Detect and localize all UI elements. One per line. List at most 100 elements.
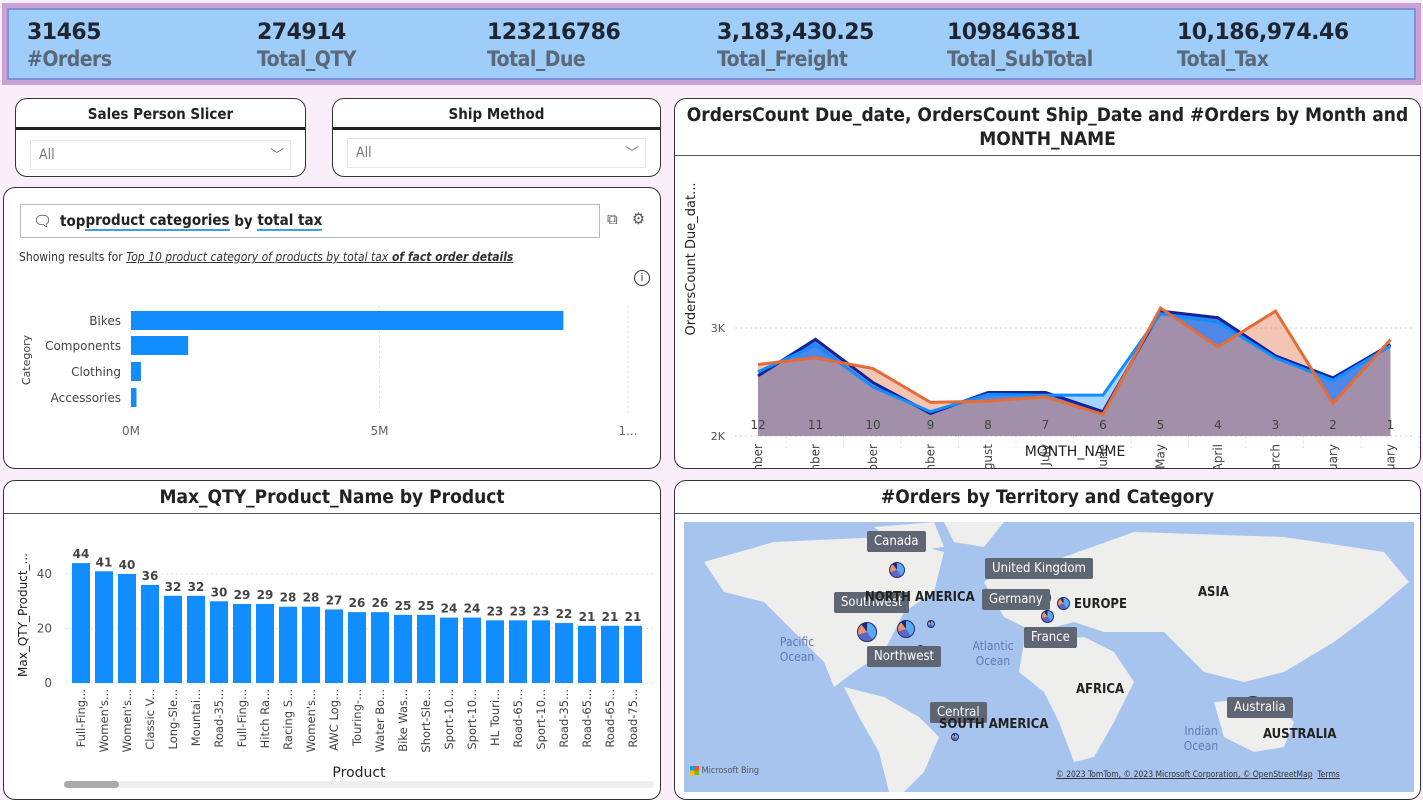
data-label: 32 — [165, 580, 182, 594]
kpi-label: Total_Due — [487, 47, 586, 71]
bar — [141, 584, 159, 683]
category-label: Clothing — [71, 365, 121, 379]
x-tick-label: 5M — [371, 424, 389, 438]
terms-link[interactable]: Terms — [1317, 770, 1339, 780]
product-label: HL Touri... — [488, 689, 502, 746]
kpi-value: 3,183,430.25 — [717, 20, 874, 45]
data-label: 23 — [487, 604, 504, 618]
ship-method-slicer: Ship Method All ﹀ — [332, 98, 661, 177]
month-number-label: 7 — [1042, 418, 1050, 432]
continent-label: AFRICA — [1076, 682, 1125, 697]
month-number-label: 8 — [984, 418, 992, 432]
kpi-label: Total_QTY — [257, 47, 356, 71]
territory-label[interactable]: France — [1024, 627, 1077, 648]
territory-label[interactable]: Australia — [1227, 697, 1293, 718]
territory-label[interactable]: Germany — [982, 589, 1050, 610]
territory-label[interactable]: Northwest — [867, 646, 942, 667]
x-tick-label: 0M — [122, 424, 140, 438]
product-label: Bike Was... — [396, 689, 410, 752]
sales-person-dropdown[interactable]: All ﹀ — [30, 140, 291, 170]
data-label: 25 — [395, 599, 412, 613]
map-canvas[interactable]: Canada United Kingdom Southwest Germany Fran… — [684, 522, 1414, 792]
kpi-label: Total_Tax — [1177, 47, 1269, 71]
chevron-down-icon: ﹀ — [270, 148, 284, 164]
data-label: 28 — [280, 591, 297, 605]
data-label: 26 — [349, 596, 366, 610]
category-pie[interactable] — [889, 562, 905, 578]
product-label: Touring-... — [350, 689, 364, 747]
bar-accessories — [131, 388, 137, 407]
kpi-card: 109846381 Total_SubTotal — [947, 20, 1093, 71]
territory-label[interactable]: United Kingdom — [985, 558, 1093, 579]
x-axis-title: Product — [332, 765, 386, 781]
product-label: Road-65... — [511, 689, 525, 748]
product-label: Full-Fing... — [235, 689, 249, 747]
bar — [348, 612, 366, 683]
bar — [210, 601, 228, 683]
category-pie[interactable] — [1057, 597, 1070, 610]
data-label: 32 — [188, 580, 205, 594]
horizontal-scrollbar[interactable] — [64, 781, 654, 788]
data-label: 40 — [119, 558, 136, 572]
product-label: Hitch Ra... — [258, 689, 272, 748]
product-label: Sport-10... — [442, 689, 456, 750]
category-pie[interactable] — [951, 733, 959, 741]
product-label: AWC Log... — [327, 689, 341, 751]
data-label: 27 — [326, 593, 343, 607]
category-pie[interactable] — [1041, 610, 1054, 623]
product-label: Sport-10... — [465, 689, 479, 750]
territory-label[interactable]: Canada — [867, 531, 926, 552]
attribution-text[interactable]: © 2023 TomTom, © 2023 Microsoft Corporat… — [1056, 770, 1313, 780]
product-label: Road-75... — [626, 689, 640, 748]
bar — [486, 620, 504, 683]
bing-logo: Microsoft Bing — [690, 766, 759, 776]
ship-method-dropdown[interactable]: All ﹀ — [347, 138, 646, 168]
product-label: Women's... — [120, 689, 134, 752]
data-label: 29 — [257, 588, 274, 602]
category-label: Accessories — [51, 391, 121, 405]
qa-visual: 🗨 top product categories by total tax ⧉ … — [3, 187, 661, 469]
bar — [256, 603, 274, 683]
x-axis-title: MONTH_NAME — [1025, 444, 1126, 460]
continent-label: ASIA — [1198, 585, 1229, 600]
month-label: January — [1384, 444, 1398, 469]
y-tick-label: 3K — [711, 322, 726, 335]
bar-components — [131, 336, 189, 355]
bar — [371, 612, 389, 683]
scrollbar-thumb[interactable] — [64, 781, 119, 788]
category-pie[interactable] — [897, 620, 915, 638]
data-label: 24 — [441, 602, 458, 616]
kpi-label: Total_SubTotal — [947, 47, 1093, 71]
month-label: February — [1326, 444, 1340, 469]
chevron-down-icon: ﹀ — [625, 146, 639, 162]
month-number-label: 1 — [1387, 418, 1395, 432]
month-label: May — [1154, 444, 1168, 469]
data-label: 29 — [234, 588, 251, 602]
bar — [325, 609, 343, 683]
kpi-card: 3,183,430.25 Total_Freight — [717, 20, 874, 71]
y-tick-label: 20 — [37, 622, 52, 636]
ocean-label: Indian Ocean — [1183, 724, 1219, 753]
slicer-title: Ship Method — [333, 99, 660, 130]
month-label: December — [751, 444, 765, 469]
data-label: 21 — [602, 610, 619, 624]
bar-bikes — [131, 311, 564, 330]
product-label: Sport-10... — [534, 689, 548, 750]
month-number-label: 12 — [750, 418, 765, 432]
data-label: 25 — [418, 599, 435, 613]
bar — [95, 571, 113, 683]
data-label: 26 — [372, 596, 389, 610]
category-pie[interactable] — [857, 622, 877, 642]
bar — [463, 617, 481, 683]
kpi-value: 31465 — [27, 20, 102, 45]
data-label: 28 — [303, 591, 320, 605]
y-tick-label: 2K — [711, 430, 726, 443]
bar — [72, 563, 90, 683]
bar — [417, 614, 435, 683]
category-pie[interactable] — [927, 620, 935, 628]
bar-clothing — [131, 362, 141, 381]
product-label: Women's... — [97, 689, 111, 752]
data-label: 30 — [211, 585, 228, 599]
month-number-label: 3 — [1272, 418, 1280, 432]
y-axis-title: Max_QTY_Product_... — [16, 553, 30, 677]
